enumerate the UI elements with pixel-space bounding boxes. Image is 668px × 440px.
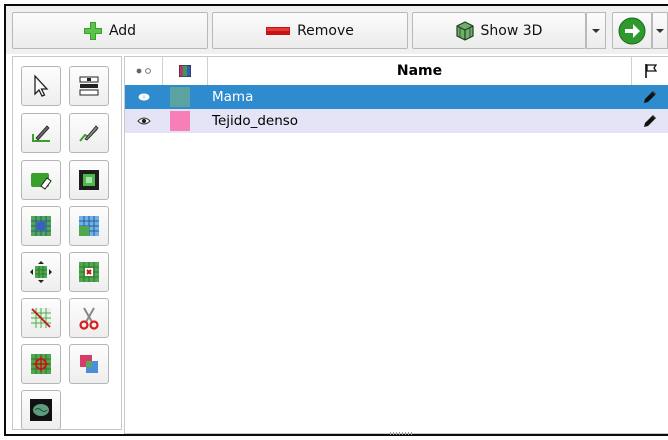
region-grow-tool-button[interactable]	[69, 160, 109, 200]
grid-select-tool-button[interactable]	[21, 206, 61, 246]
threshold-icon	[79, 76, 99, 96]
minus-icon	[266, 26, 291, 35]
overlap-tool-button[interactable]	[69, 344, 109, 384]
cube-3d-icon	[455, 20, 474, 41]
overlap-icon	[80, 355, 98, 373]
next-dropdown[interactable]	[652, 12, 668, 49]
effect-tools-panel	[12, 56, 122, 430]
chevron-down-icon	[656, 28, 664, 33]
grid-edit-icon	[31, 308, 51, 328]
region-grow-icon	[79, 170, 99, 190]
crosshair-grid-icon	[31, 354, 51, 374]
color-swatch	[170, 87, 190, 107]
segment-color-swatch[interactable]	[170, 109, 194, 133]
grid-select-icon	[31, 216, 51, 236]
plus-icon	[83, 21, 102, 40]
visibility-toggle[interactable]	[125, 109, 163, 133]
add-button[interactable]: Add	[12, 12, 208, 49]
visibility-column-header[interactable]	[125, 57, 163, 85]
edit-segment-button[interactable]	[635, 85, 665, 109]
erode-icon	[79, 262, 99, 282]
erase-icon	[31, 173, 52, 190]
segment-name[interactable]: Mama	[208, 85, 628, 109]
visibility-toggle[interactable]	[125, 85, 163, 109]
brain-icon	[30, 399, 52, 421]
crosshair-grid-tool-button[interactable]	[21, 344, 61, 384]
scissors-icon	[79, 307, 99, 330]
scissors-tool-button[interactable]	[69, 298, 109, 338]
visibility-header-icon	[136, 68, 151, 74]
color-column-header[interactable]	[163, 57, 208, 85]
name-column-header[interactable]: Name	[208, 57, 632, 85]
resize-grip[interactable]	[390, 432, 412, 435]
dilate-icon	[30, 261, 52, 283]
arrow-right-circle-icon	[618, 17, 646, 44]
show-3d-button[interactable]: Show 3D	[412, 12, 586, 49]
show-3d-dropdown[interactable]	[586, 12, 606, 49]
select-arrow-icon	[34, 74, 49, 97]
erase-tool-button[interactable]	[21, 160, 61, 200]
segments-table: Name Mama Tejido_denso	[124, 56, 668, 434]
frame-border-bottom	[4, 434, 668, 436]
table-row[interactable]: Mama	[125, 85, 668, 109]
segment-name[interactable]: Tejido_denso	[208, 109, 628, 133]
frame-border-left	[4, 4, 6, 436]
pencil-icon	[644, 115, 656, 127]
status-column-header[interactable]	[632, 57, 668, 85]
edit-segment-button[interactable]	[635, 109, 665, 133]
select-tool-button[interactable]	[21, 66, 61, 106]
chevron-down-icon	[592, 28, 600, 33]
erode-tool-button[interactable]	[69, 252, 109, 292]
grid-edit-tool-button[interactable]	[21, 298, 61, 338]
remove-button[interactable]: Remove	[212, 12, 408, 49]
segment-color-swatch[interactable]	[170, 85, 194, 109]
paint-tool-button[interactable]	[21, 113, 61, 153]
color-swatch	[170, 111, 190, 131]
draw-line-icon	[79, 125, 99, 142]
pencil-icon	[644, 91, 656, 103]
brain-tool-button[interactable]	[21, 390, 61, 430]
dilate-tool-button[interactable]	[21, 252, 61, 292]
add-button-label: Add	[108, 22, 137, 39]
next-button[interactable]	[612, 12, 652, 49]
paint-brush-icon	[32, 125, 50, 142]
draw-tool-button[interactable]	[69, 113, 109, 153]
visible-eye-icon	[138, 93, 150, 101]
show-3d-label: Show 3D	[480, 22, 543, 39]
name-header-label: Name	[396, 63, 443, 79]
remove-button-label: Remove	[297, 22, 354, 39]
flag-icon	[644, 64, 657, 78]
color-palette-icon	[179, 65, 191, 77]
grid-select-alt-icon	[79, 216, 99, 236]
grid-select-alt-tool-button[interactable]	[69, 206, 109, 246]
table-header: Name	[125, 57, 668, 86]
eye-icon	[137, 117, 151, 125]
table-row[interactable]: Tejido_denso	[125, 109, 668, 133]
threshold-tool-button[interactable]	[69, 66, 109, 106]
segment-toolbar: Add Remove Show 3D	[6, 6, 668, 54]
